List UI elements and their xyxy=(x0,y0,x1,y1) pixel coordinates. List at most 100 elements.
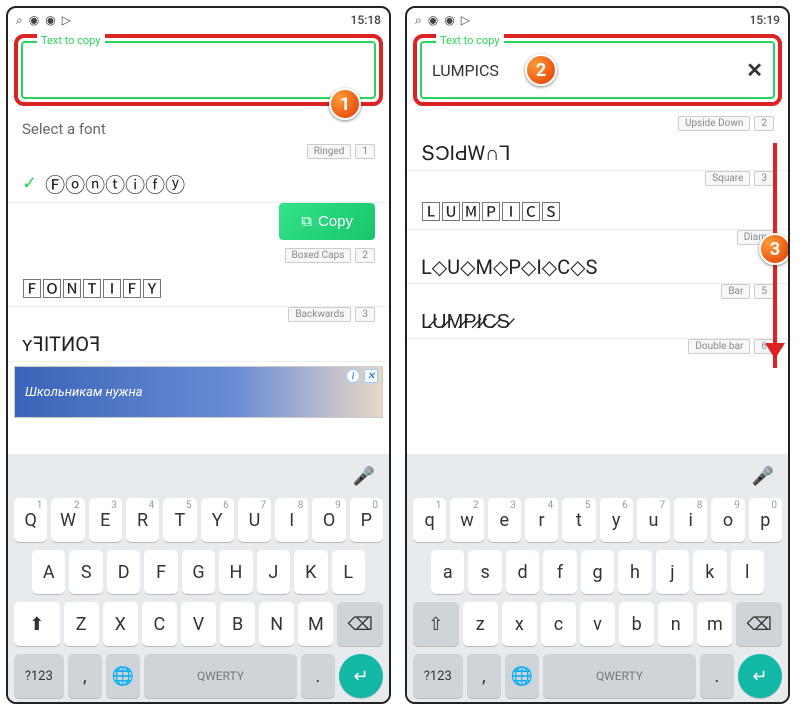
key-d[interactable]: d xyxy=(506,550,539,594)
key-z[interactable]: Z xyxy=(64,602,99,646)
font-item[interactable]: ✓ Ⓕⓞⓝⓣⓘⓕⓨ xyxy=(8,159,389,203)
font-item[interactable]: 🄵🄾🄽🅃🄸🄵🅈 xyxy=(8,263,389,307)
more-icon[interactable]: ⋮ xyxy=(780,60,790,81)
ad-close-icon[interactable]: ✕ xyxy=(364,369,378,383)
key-n[interactable]: n xyxy=(658,602,693,646)
key-m[interactable]: m xyxy=(697,602,732,646)
clock: 15:18 xyxy=(351,13,381,27)
clear-icon[interactable]: ✕ xyxy=(746,58,763,82)
shift-key[interactable]: ⇧ xyxy=(413,602,459,646)
key-v[interactable]: v xyxy=(580,602,615,646)
key-p[interactable]: P0 xyxy=(350,498,383,542)
font-chip: Ringed xyxy=(307,144,352,159)
key-h[interactable]: H xyxy=(219,550,252,594)
mic-icon[interactable]: 🎤 xyxy=(353,466,375,487)
key-q[interactable]: q1 xyxy=(413,498,446,542)
status-bar: ⌕ ◉ ◉ ▷ 15:19 xyxy=(407,8,788,32)
text-input[interactable]: Text to copy LUMPICS ✕ xyxy=(420,41,775,99)
key-e[interactable]: E3 xyxy=(89,498,122,542)
key-x[interactable]: x xyxy=(502,602,537,646)
phone-left: ⌕ ◉ ◉ ▷ 15:18 Text to copy ⋮ 1 Select a … xyxy=(6,6,391,704)
key-w[interactable]: w2 xyxy=(450,498,483,542)
mic-icon[interactable]: 🎤 xyxy=(752,466,774,487)
key-t[interactable]: T5 xyxy=(163,498,196,542)
comma-key[interactable]: , xyxy=(68,654,102,698)
key-d[interactable]: D xyxy=(107,550,140,594)
globe-key[interactable]: 🌐 xyxy=(106,654,140,698)
key-b[interactable]: b xyxy=(619,602,654,646)
key-u[interactable]: U7 xyxy=(238,498,271,542)
key-o[interactable]: O9 xyxy=(312,498,345,542)
space-key[interactable]: QWERTY xyxy=(543,654,696,698)
key-c[interactable]: C xyxy=(142,602,177,646)
font-item[interactable]: L̷U̷M̷P̷I̷C̷S̷ xyxy=(407,299,788,339)
key-o[interactable]: o9 xyxy=(711,498,744,542)
key-y[interactable]: y6 xyxy=(600,498,633,542)
key-row-1: Q1 W2 E3 R4 T5 Y6 U7 I8 O9 P0 xyxy=(8,494,389,546)
key-f[interactable]: f xyxy=(543,550,576,594)
key-k[interactable]: k xyxy=(693,550,726,594)
enter-key[interactable]: ↵ xyxy=(738,654,782,698)
key-u[interactable]: u7 xyxy=(637,498,670,542)
viber-icon: ◉ xyxy=(444,13,454,28)
space-key[interactable]: QWERTY xyxy=(144,654,297,698)
key-w[interactable]: W2 xyxy=(51,498,84,542)
backspace-key[interactable]: ⌫ xyxy=(736,602,782,646)
key-a[interactable]: a xyxy=(431,550,464,594)
key-r[interactable]: R4 xyxy=(126,498,159,542)
comma-key[interactable]: , xyxy=(467,654,501,698)
backspace-key[interactable]: ⌫ xyxy=(337,602,383,646)
key-row-4: ?123 , 🌐 QWERTY . ↵ xyxy=(8,650,389,702)
key-m[interactable]: M xyxy=(298,602,333,646)
font-sample: 🄵🄾🄽🅃🄸🄵🅈 xyxy=(22,273,162,302)
key-f[interactable]: F xyxy=(144,550,177,594)
key-z[interactable]: z xyxy=(463,602,498,646)
key-r[interactable]: r4 xyxy=(525,498,558,542)
key-l[interactable]: L xyxy=(332,550,365,594)
key-v[interactable]: V xyxy=(181,602,216,646)
key-q[interactable]: Q1 xyxy=(14,498,47,542)
key-g[interactable]: g xyxy=(581,550,614,594)
ad-banner[interactable]: Школьникам нужна i ✕ xyxy=(14,366,383,418)
ad-info-icon[interactable]: i xyxy=(346,369,360,383)
font-item[interactable]: L◇U◇M◇P◇I◇C◇S xyxy=(407,245,788,284)
enter-key[interactable]: ↵ xyxy=(339,654,383,698)
key-j[interactable]: j xyxy=(656,550,689,594)
key-s[interactable]: s xyxy=(468,550,501,594)
key-h[interactable]: h xyxy=(618,550,651,594)
key-l[interactable]: l xyxy=(731,550,764,594)
period-key[interactable]: . xyxy=(301,654,335,698)
key-j[interactable]: J xyxy=(257,550,290,594)
globe-key[interactable]: 🌐 xyxy=(505,654,539,698)
key-y[interactable]: Y6 xyxy=(201,498,234,542)
key-b[interactable]: B xyxy=(220,602,255,646)
key-g[interactable]: G xyxy=(182,550,215,594)
step-badge-3: 3 xyxy=(759,233,790,265)
more-icon[interactable]: ⋮ xyxy=(381,60,391,81)
key-e[interactable]: e3 xyxy=(488,498,521,542)
key-c[interactable]: c xyxy=(541,602,576,646)
key-a[interactable]: A xyxy=(32,550,65,594)
keyboard: 🎤 Q1 W2 E3 R4 T5 Y6 U7 I8 O9 P0 A S D F … xyxy=(8,454,389,702)
key-p[interactable]: p0 xyxy=(749,498,782,542)
symbols-key[interactable]: ?123 xyxy=(14,654,64,698)
font-item[interactable]: ՏϽIԀW∩⅂ xyxy=(407,131,788,171)
copy-button[interactable]: ⧉ Copy xyxy=(279,203,375,240)
font-chip-num: 3 xyxy=(355,307,375,322)
key-row-1: q1 w2 e3 r4 t5 y6 u7 i8 o9 p0 xyxy=(407,494,788,546)
shift-key[interactable]: ⬆ xyxy=(14,602,60,646)
key-k[interactable]: K xyxy=(294,550,327,594)
symbols-key[interactable]: ?123 xyxy=(413,654,463,698)
key-n[interactable]: N xyxy=(259,602,294,646)
font-item[interactable]: ʏꟻITИOꟻ xyxy=(8,322,389,362)
font-item[interactable]: 🄻🅄🄼🄿🄸🄲🅂 xyxy=(407,186,788,230)
key-i[interactable]: I8 xyxy=(275,498,308,542)
font-chip: Square xyxy=(705,171,750,186)
key-i[interactable]: i8 xyxy=(674,498,707,542)
period-key[interactable]: . xyxy=(700,654,734,698)
text-input[interactable]: Text to copy xyxy=(21,41,376,99)
key-x[interactable]: X xyxy=(103,602,138,646)
key-t[interactable]: t5 xyxy=(562,498,595,542)
step-badge-2: 2 xyxy=(525,54,557,86)
key-s[interactable]: S xyxy=(69,550,102,594)
